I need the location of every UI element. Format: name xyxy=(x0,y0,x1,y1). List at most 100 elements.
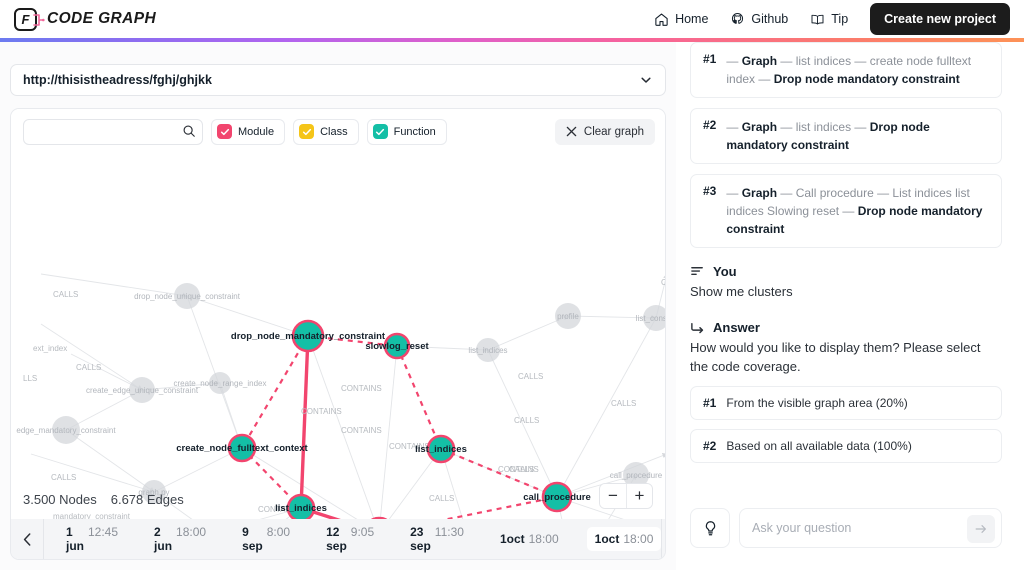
ask-input-wrap xyxy=(739,508,1002,548)
timeline-item[interactable]: 1oct 18:00 xyxy=(586,527,662,551)
graph-edge-label: CALLS xyxy=(51,473,76,482)
logo-letter: F xyxy=(21,11,30,27)
graph-node-label: call_procedure xyxy=(523,492,591,503)
result-card[interactable]: #1 — Graph — list indices — create node f… xyxy=(690,42,1002,98)
chat-answer-message: How would you like to display them? Plea… xyxy=(690,339,981,374)
check-icon xyxy=(376,128,385,135)
zoom-out-button[interactable]: − xyxy=(600,484,626,508)
chevron-down-icon[interactable] xyxy=(639,73,653,87)
result-index: #1 xyxy=(703,52,717,66)
tip-bulb-button[interactable] xyxy=(690,508,730,548)
lightbulb-icon xyxy=(705,520,715,535)
close-icon xyxy=(566,126,577,137)
graph-edge-label: ext_index xyxy=(33,344,67,353)
brand[interactable]: F CODE GRAPH xyxy=(0,7,157,31)
timeline-item[interactable]: 12 sep 9:05 xyxy=(318,520,382,558)
graph-node-label: drop_node_mandatory_constraint xyxy=(231,331,386,342)
result-card[interactable]: #2 — Graph — list indices — Drop node man… xyxy=(690,108,1002,164)
create-new-project-button[interactable]: Create new project xyxy=(870,3,1010,35)
timeline-item[interactable]: 2 jun 18:00 xyxy=(146,520,214,558)
graph-edge-label: CONTAINS xyxy=(301,407,342,416)
timeline-time: 18:00 xyxy=(176,525,207,539)
graph-node-label-dim: create_node_range_index xyxy=(174,379,267,388)
checkbox-function[interactable] xyxy=(372,124,388,139)
chat-user-message: Show me clusters xyxy=(690,284,793,299)
checkbox-module[interactable] xyxy=(217,124,232,139)
app-header: F CODE GRAPH Home Github Tip Create new … xyxy=(0,0,1024,38)
results-list: #1 — Graph — list indices — create node f… xyxy=(690,42,1024,248)
ask-row xyxy=(690,508,1002,548)
url-selector[interactable]: http://thisistheadress/fghj/ghjkk xyxy=(10,64,666,96)
timeline-time: 9:05 xyxy=(350,525,375,539)
graph-edge-label: CALLS xyxy=(53,290,78,299)
timeline-item[interactable]: 1oct 18:00 xyxy=(492,527,567,551)
timeline-time: 12:45 xyxy=(88,525,119,539)
nav-label-github: Github xyxy=(751,12,789,26)
clear-graph-label: Clear graph xyxy=(583,125,644,138)
timeline-time: 11:30 xyxy=(434,525,464,539)
graph-toolbar: Module Class Function Clear graph xyxy=(11,109,665,154)
clear-graph-button[interactable]: Clear graph xyxy=(554,118,655,145)
timeline-item[interactable]: 1 jun 12:45 xyxy=(58,520,126,558)
timeline-date: 12 sep xyxy=(326,525,347,553)
nav-item-github[interactable]: Github xyxy=(730,12,788,27)
graph-node-label-dim: list_constra xyxy=(636,314,666,323)
timeline-time: 18:00 xyxy=(623,532,654,546)
chat-user-label: You xyxy=(713,264,737,279)
arrow-right-icon xyxy=(975,525,986,533)
timeline-item[interactable]: 9 sep 8:00 xyxy=(234,520,298,558)
nav-label-tip: Tip xyxy=(831,12,849,26)
answer-option[interactable]: #1 From the visible graph area (20%) xyxy=(690,385,1002,420)
url-value: http://thisistheadress/fghj/ghjkk xyxy=(23,73,212,87)
branch-icon xyxy=(33,13,45,26)
graph-edge-label: CALLS xyxy=(514,416,539,425)
filter-chip-class[interactable]: Class xyxy=(293,118,359,145)
result-index: #3 xyxy=(703,184,717,198)
result-index: #2 xyxy=(703,118,717,132)
timeline-time: 18:00 xyxy=(528,532,559,546)
filter-chip-module[interactable]: Module xyxy=(211,118,286,145)
graph-edge-label: CALLS xyxy=(661,278,666,287)
chat-answer-label: Answer xyxy=(713,319,760,335)
option-label: From the visible graph area (20%) xyxy=(726,395,908,410)
graph-edge-label: CONTAINS xyxy=(341,384,382,393)
graph-card: drop_node_unique_constraint create_edge_u… xyxy=(10,108,666,560)
home-icon xyxy=(655,13,668,26)
nav-item-tip[interactable]: Tip xyxy=(810,12,848,27)
option-index: #2 xyxy=(703,438,717,453)
send-button[interactable] xyxy=(967,515,995,543)
brand-name: CODE GRAPH xyxy=(47,10,157,27)
filter-label-function: Function xyxy=(393,125,436,138)
answer-options: #1 From the visible graph area (20%) #2 Bas… xyxy=(690,385,1002,463)
graph-edge-label: CALLS xyxy=(518,372,543,381)
graph-edge-label: CALLS xyxy=(429,494,454,503)
graph-edge-label: CONTAINS xyxy=(341,426,382,435)
nav-item-home[interactable]: Home xyxy=(654,12,708,27)
result-card[interactable]: #3 — Graph — Call procedure — List indice… xyxy=(690,174,1002,248)
assistant-panel: #1 — Graph — list indices — create node f… xyxy=(690,42,1024,570)
answer-option[interactable]: #2 Based on all available data (100%) xyxy=(690,428,1002,463)
ask-question-input[interactable] xyxy=(740,509,1001,547)
graph-edge-label: CALLS xyxy=(611,399,636,408)
graph-edge-label: LLS xyxy=(23,374,37,383)
result-text: — Graph — list indices — create node ful… xyxy=(726,54,972,86)
checkbox-class[interactable] xyxy=(299,124,315,139)
search-icon[interactable] xyxy=(182,124,196,138)
graph-node-label-dim: edge_mandatory_constraint xyxy=(16,426,116,435)
check-icon xyxy=(220,128,229,135)
timeline-prev-button[interactable] xyxy=(11,519,43,559)
chevron-left-icon xyxy=(23,532,30,546)
timeline-date: 2 jun xyxy=(154,525,173,553)
app-root: F CODE GRAPH Home Github Tip Create new … xyxy=(0,0,1024,570)
graph-node-label: list_indices xyxy=(275,503,327,514)
chat-answer-header: Answer xyxy=(690,320,1002,335)
zoom-in-button[interactable]: + xyxy=(626,484,652,508)
result-text: — Graph — list indices — Drop node manda… xyxy=(726,120,930,152)
search-input[interactable] xyxy=(23,118,203,145)
graph-canvas[interactable]: drop_node_unique_constraint create_edge_u… xyxy=(11,154,666,559)
timeline-next-button[interactable] xyxy=(661,519,665,559)
timeline-item[interactable]: 23 sep 11:30 xyxy=(402,520,472,558)
filter-chip-function[interactable]: Function xyxy=(366,118,447,145)
graph-node-label: list_indices xyxy=(415,444,467,455)
graph-panel: http://thisistheadress/fghj/ghjkk drop_n… xyxy=(0,42,676,570)
